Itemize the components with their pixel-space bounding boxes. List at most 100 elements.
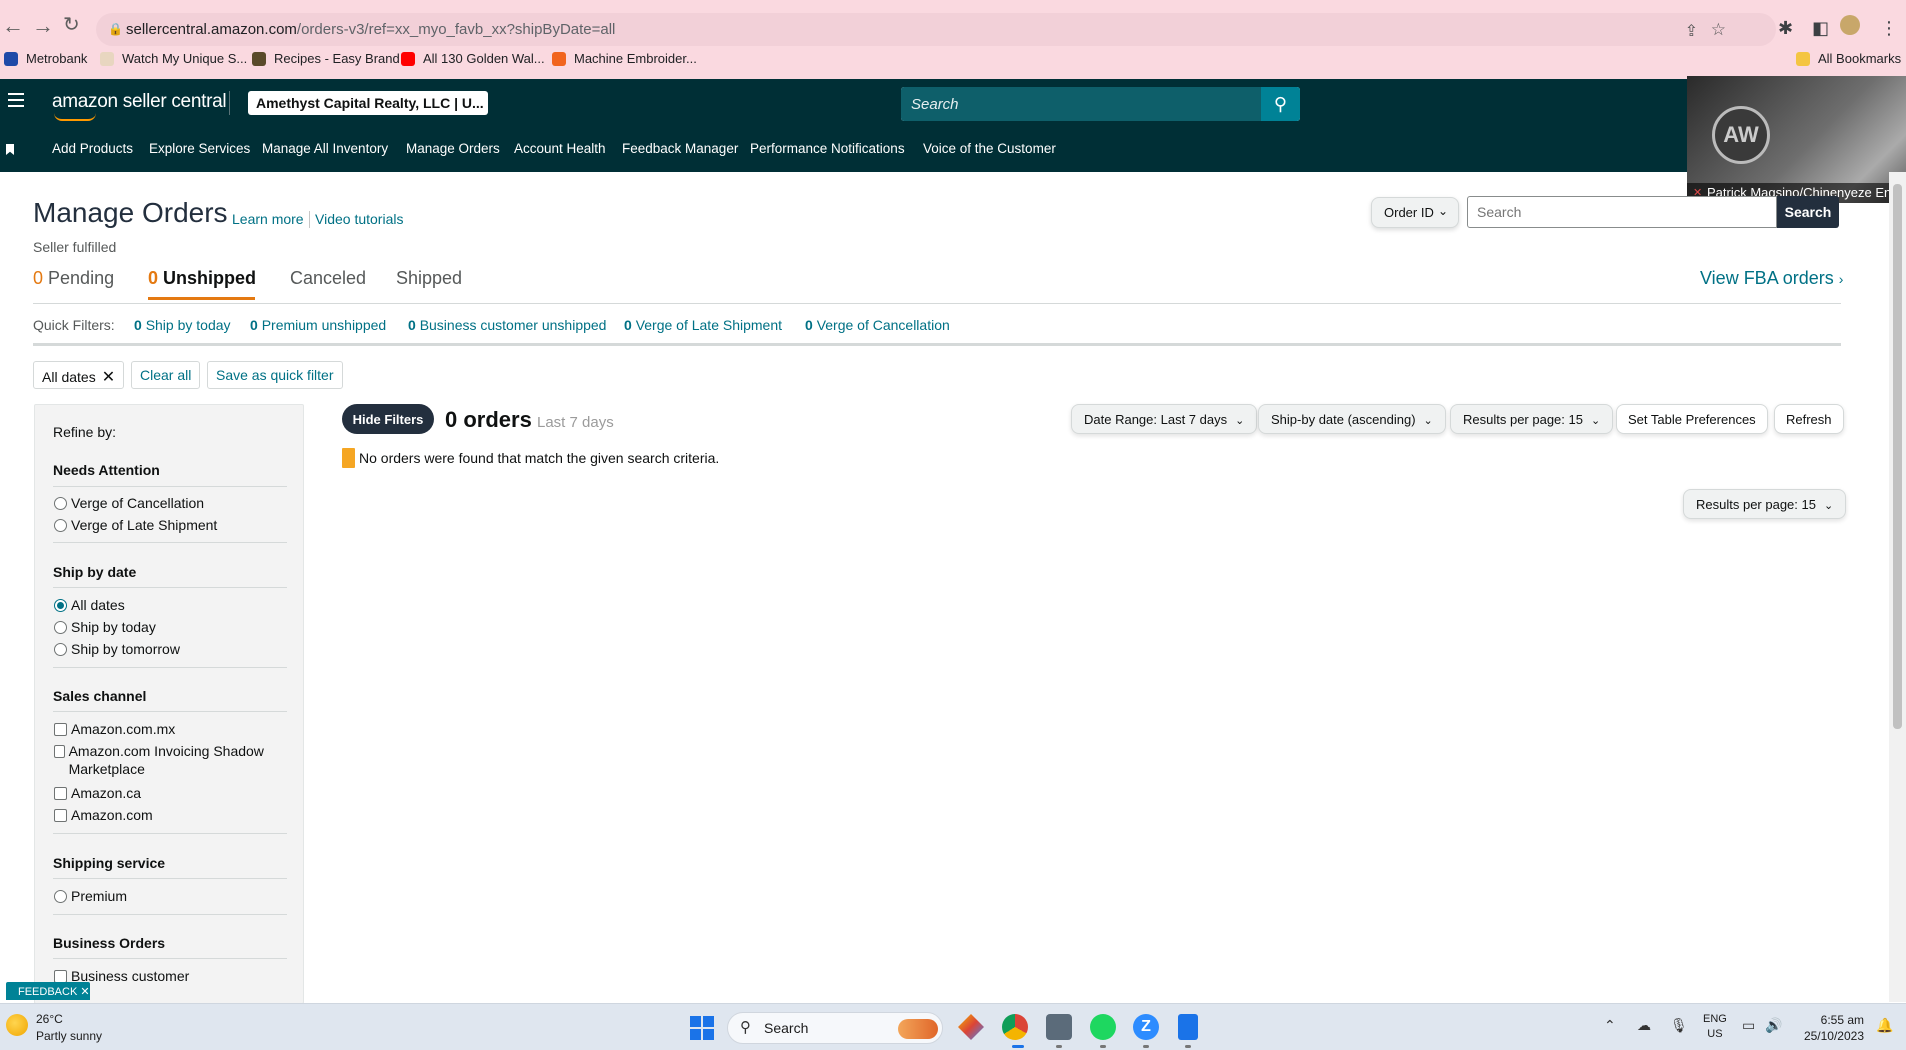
nav-voice-of-customer[interactable]: Voice of the Customer <box>923 141 1056 156</box>
view-fba-orders-link[interactable]: View FBA orders › <box>1700 268 1843 289</box>
quick-filter-premium-unshipped[interactable]: 0 Premium unshipped <box>250 317 386 333</box>
radio-button[interactable] <box>54 621 67 634</box>
header-search-input[interactable] <box>901 87 1261 121</box>
app-icon[interactable] <box>958 1014 984 1040</box>
checkbox-amazon-mx[interactable]: Amazon.com.mx <box>54 720 175 738</box>
close-icon[interactable]: ✕ <box>102 369 115 386</box>
radio-ship-by-tomorrow[interactable]: Ship by tomorrow <box>54 640 180 658</box>
page-scrollbar[interactable] <box>1889 172 1906 1002</box>
video-tutorials-link[interactable]: Video tutorials <box>315 211 403 227</box>
weather-temperature[interactable]: 26°C <box>36 1012 63 1026</box>
checkbox[interactable] <box>54 723 67 736</box>
reload-icon[interactable]: ↻ <box>63 15 80 35</box>
weather-condition[interactable]: Partly sunny <box>36 1029 102 1043</box>
language-indicator[interactable]: ENG US <box>1703 1012 1727 1042</box>
radio-button[interactable] <box>54 497 67 510</box>
star-icon[interactable]: ☆ <box>1711 20 1726 40</box>
order-search-button[interactable]: Search <box>1777 196 1839 228</box>
all-dates-chip[interactable]: All dates ✕ <box>33 361 125 389</box>
nav-account-health[interactable]: Account Health <box>514 141 606 156</box>
radio-all-dates[interactable]: All dates <box>54 596 125 614</box>
profile-avatar[interactable] <box>1840 15 1860 35</box>
radio-verge-cancellation[interactable]: Verge of Cancellation <box>54 494 204 512</box>
quick-filter-business-unshipped[interactable]: 0 Business customer unshipped <box>408 317 606 333</box>
radio-button[interactable] <box>54 890 67 903</box>
radio-premium[interactable]: Premium <box>54 887 127 905</box>
video-call-overlay[interactable]: AW Patrick Magsino/Chinenyeze Enw... ✕ <box>1687 76 1906 203</box>
amazon-seller-central-logo[interactable]: amazon seller central <box>52 91 227 121</box>
chrome-icon[interactable] <box>1002 1014 1028 1040</box>
radio-button-selected[interactable] <box>54 599 67 612</box>
results-per-page-dropdown[interactable]: Results per page: 15 ⌄ <box>1450 404 1614 434</box>
order-search-input[interactable] <box>1467 196 1777 228</box>
menu-dots-icon[interactable]: ⋮ <box>1880 19 1898 37</box>
back-arrow-icon[interactable]: ← <box>2 15 24 37</box>
set-table-preferences-button[interactable]: Set Table Preferences <box>1616 404 1768 434</box>
checkbox-amazon-com[interactable]: Amazon.com <box>54 806 153 824</box>
extensions-icon[interactable]: ✱ <box>1778 19 1793 37</box>
tab-canceled[interactable]: Canceled <box>290 268 366 289</box>
display-icon[interactable]: ▭ <box>1742 1017 1755 1034</box>
checkbox[interactable] <box>54 809 67 822</box>
notepad-icon[interactable] <box>1178 1014 1198 1040</box>
account-switcher[interactable]: Amethyst Capital Realty, LLC | U... <box>248 91 488 115</box>
radio-button[interactable] <box>54 519 67 532</box>
onedrive-icon[interactable]: ☁ <box>1637 1017 1651 1034</box>
forward-arrow-icon[interactable]: → <box>32 15 54 37</box>
microphone-icon[interactable]: 🎙 <box>1670 1017 1688 1034</box>
volume-icon[interactable]: 🔊 <box>1765 1017 1782 1034</box>
checkbox[interactable] <box>54 745 65 758</box>
checkbox-amazon-ca[interactable]: Amazon.ca <box>54 784 141 802</box>
quick-filter-verge-late-shipment[interactable]: 0 Verge of Late Shipment <box>624 317 782 333</box>
nav-feedback-manager[interactable]: Feedback Manager <box>622 141 738 156</box>
bookmark-item[interactable]: Watch My Unique S... <box>100 51 247 66</box>
bookmark-icon[interactable] <box>6 144 14 155</box>
nav-manage-all-inventory[interactable]: Manage All Inventory <box>262 141 388 156</box>
bookmark-item[interactable]: Recipes - Easy Brand <box>252 51 400 66</box>
feedback-tab[interactable]: FEEDBACK ✕ <box>6 982 90 1000</box>
hamburger-menu-icon[interactable] <box>8 93 24 107</box>
hide-filters-button[interactable]: Hide Filters <box>342 404 434 434</box>
weather-sun-icon[interactable] <box>6 1014 28 1036</box>
taskbar-search[interactable]: ⚲ Search <box>727 1012 943 1044</box>
learn-more-link[interactable]: Learn more <box>232 211 304 227</box>
sort-dropdown[interactable]: Ship-by date (ascending) ⌄ <box>1258 404 1446 434</box>
tab-pending[interactable]: 0 Pending <box>33 268 114 289</box>
quick-filter-ship-by-today[interactable]: 0 Ship by today <box>134 317 231 333</box>
nav-performance-notifications[interactable]: Performance Notifications <box>750 141 905 156</box>
radio-ship-by-today[interactable]: Ship by today <box>54 618 156 636</box>
spotify-icon[interactable] <box>1090 1014 1116 1040</box>
calculator-icon[interactable] <box>1046 1014 1072 1040</box>
radio-verge-late-shipment[interactable]: Verge of Late Shipment <box>54 516 217 534</box>
nav-add-products[interactable]: Add Products <box>52 141 133 156</box>
radio-button[interactable] <box>54 643 67 656</box>
close-icon[interactable]: ✕ <box>80 986 89 998</box>
nav-explore-services[interactable]: Explore Services <box>149 141 250 156</box>
scrollbar-thumb[interactable] <box>1893 184 1902 729</box>
date-range-dropdown[interactable]: Date Range: Last 7 days ⌄ <box>1071 404 1258 434</box>
quick-filter-verge-cancellation[interactable]: 0 Verge of Cancellation <box>805 317 950 333</box>
search-icon[interactable]: ⚲ <box>1261 87 1300 121</box>
all-bookmarks[interactable]: All Bookmarks <box>1796 51 1901 66</box>
zoom-icon[interactable]: Z <box>1133 1014 1159 1040</box>
windows-start-icon[interactable] <box>690 1016 714 1040</box>
side-panel-icon[interactable]: ◧ <box>1812 19 1829 37</box>
clear-all-button[interactable]: Clear all <box>131 361 201 389</box>
chevron-up-icon[interactable]: ⌃ <box>1604 1017 1616 1034</box>
bookmark-item[interactable]: Machine Embroider... <box>552 51 697 66</box>
checkbox[interactable] <box>54 787 67 800</box>
notifications-icon[interactable]: 🔔 <box>1876 1017 1893 1034</box>
tab-unshipped[interactable]: 0 Unshipped <box>148 268 256 289</box>
address-bar[interactable]: 🔒 sellercentral.amazon.com/orders-v3/ref… <box>96 13 1776 46</box>
bookmark-item[interactable]: All 130 Golden Wal... <box>401 51 545 66</box>
results-per-page-bottom-dropdown[interactable]: Results per page: 15 ⌄ <box>1683 489 1847 519</box>
nav-manage-orders[interactable]: Manage Orders <box>406 141 500 156</box>
tab-shipped[interactable]: Shipped <box>396 268 462 289</box>
search-type-select[interactable]: Order ID ⌄ <box>1371 197 1459 228</box>
checkbox-amazon-invoicing-shadow[interactable]: Amazon.com Invoicing Shadow Marketplace <box>54 742 284 778</box>
refresh-button[interactable]: Refresh <box>1774 404 1844 434</box>
save-quick-filter-button[interactable]: Save as quick filter <box>207 361 343 389</box>
bookmark-item[interactable]: Metrobank <box>4 51 87 66</box>
share-icon[interactable]: ⇪ <box>1685 21 1698 41</box>
system-clock[interactable]: 6:55 am 25/10/2023 <box>1800 1012 1864 1044</box>
